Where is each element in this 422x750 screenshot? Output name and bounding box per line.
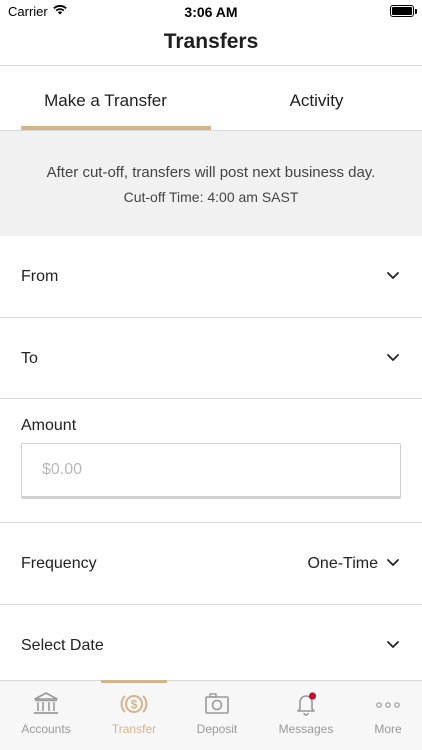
frequency-label: Frequency [21, 555, 97, 572]
tab-messages-label: Messages [278, 722, 334, 736]
tab-more[interactable]: More [346, 681, 422, 750]
bell-icon [297, 692, 317, 716]
tab-transfer[interactable]: $ Transfer [92, 681, 176, 750]
tab-deposit[interactable]: Deposit [175, 681, 259, 750]
tab-accounts-label: Accounts [21, 722, 71, 736]
page-title: Transfers [163, 30, 259, 53]
amount-section: Amount [0, 399, 422, 523]
frequency-value: One-Time [307, 555, 378, 572]
select-date-label: Select Date [21, 637, 104, 654]
amount-input[interactable] [21, 443, 401, 499]
from-label: From [21, 268, 59, 285]
bottom-tab-bar: Accounts $ Transfer Deposit Messages Mor… [0, 680, 422, 750]
status-time: 3:06 AM [184, 4, 238, 20]
camera-icon [205, 693, 229, 714]
cutoff-time-text: Cut-off Time: 4:00 am SAST [123, 189, 299, 205]
amount-label: Amount [21, 417, 77, 434]
frequency-selector[interactable]: Frequency One-Time [0, 523, 422, 605]
battery-tip [415, 9, 417, 14]
chevron-down-icon [387, 272, 399, 279]
tab-more-label: More [374, 722, 402, 736]
transfer-dollar-icon: $ [120, 695, 148, 713]
to-account-selector[interactable]: To [0, 318, 422, 399]
tab-activity[interactable]: Activity [211, 66, 422, 131]
chevron-down-icon [387, 559, 399, 566]
battery-icon [390, 5, 414, 17]
tab-accounts[interactable]: Accounts [4, 681, 88, 750]
more-dots-icon [376, 702, 400, 708]
segment-tabs: Make a Transfer Activity [0, 66, 422, 131]
notification-badge [308, 692, 317, 700]
chevron-down-icon [387, 641, 399, 648]
tab-transfer-label: Transfer [111, 722, 157, 736]
to-label: To [21, 350, 38, 367]
cutoff-notice-text: After cut-off, transfers will post next … [46, 164, 376, 181]
bank-icon [34, 692, 58, 714]
tab-deposit-label: Deposit [196, 722, 238, 736]
tab-make-a-transfer[interactable]: Make a Transfer [0, 66, 211, 131]
tab-messages[interactable]: Messages [264, 681, 348, 750]
chevron-down-icon [387, 354, 399, 361]
from-account-selector[interactable]: From [0, 236, 422, 318]
status-bar: Carrier 3:06 AM [0, 0, 422, 24]
date-selector[interactable]: Select Date [0, 605, 422, 680]
svg-text:$: $ [131, 698, 138, 712]
cutoff-notice: After cut-off, transfers will post next … [0, 131, 422, 236]
